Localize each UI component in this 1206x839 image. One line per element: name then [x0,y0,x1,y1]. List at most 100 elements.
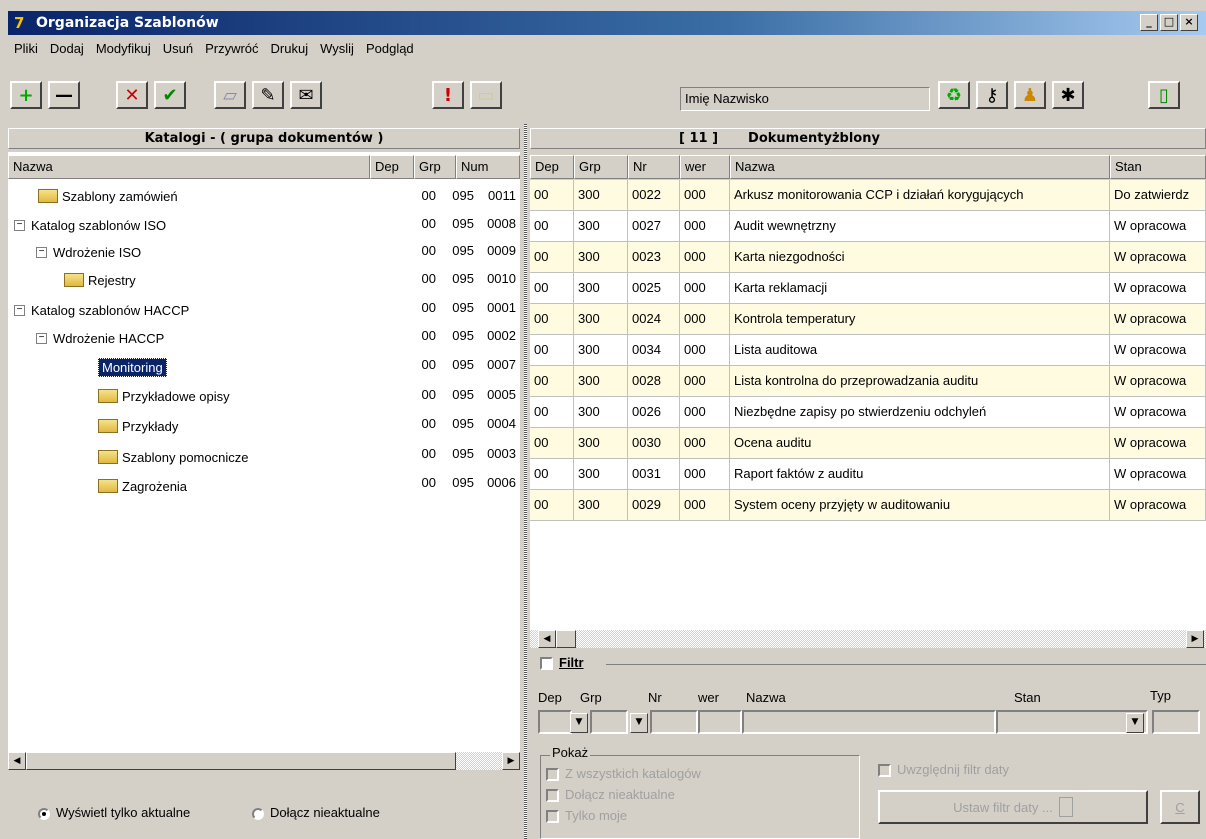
table-row[interactable]: 00 300 0028 000 Lista kontrolna do przeprowa… [530,366,1206,397]
node-codes: 00 095 0009 [421,243,516,258]
radio-on-icon [38,807,50,820]
keys-icon[interactable]: ⚷ [976,81,1008,109]
col-nazwa[interactable]: Nazwa [8,155,370,179]
show-mine[interactable]: Tylko moje [546,808,627,824]
table-row[interactable]: 00 300 0029 000 System oceny przyjęty w audi… [530,490,1206,521]
menu-usun[interactable]: Usuń [163,41,193,56]
chevron-down-icon[interactable]: ▼ [570,713,588,733]
maximize-button[interactable]: □ [1160,14,1178,31]
filter-label-wer: wer [698,690,719,705]
collapse-icon[interactable]: − [36,246,47,258]
show-all-catalogs[interactable]: Z wszystkich katalogów [546,766,701,782]
folder-icon [98,479,118,493]
tree-node[interactable]: − Katalog szablonów ISO [14,214,166,236]
scroll-right-icon[interactable]: ▶ [1186,630,1204,648]
table-row[interactable]: 00 300 0026 000 Niezbędne zapisy po stwierdz… [530,397,1206,428]
filter-wer-field[interactable] [698,710,742,734]
delete-icon[interactable]: ✕ [116,81,148,109]
radio-current-only[interactable]: Wyświetl tylko aktualne [38,805,190,820]
col-dep[interactable]: Dep [370,155,414,179]
alert-icon[interactable]: ! [432,81,464,109]
col-doc-nazwa[interactable]: Nazwa [730,155,1110,179]
folder-icon [64,273,84,287]
filter-dep-select[interactable] [538,710,572,734]
recycle-icon[interactable]: ♻ [938,81,970,109]
grid-horizontal-scrollbar[interactable] [530,630,1206,648]
confirm-icon[interactable]: ✔ [154,81,186,109]
calendar-icon [1058,797,1073,817]
tree-node[interactable]: Przykładowe opisy [98,385,230,407]
open-folder-icon[interactable]: ▭ [470,81,502,109]
tree-node[interactable]: Przykłady [98,415,178,437]
menu-wyslij[interactable]: Wyslij [320,41,354,56]
table-row[interactable]: 00 300 0023 000 Karta niezgodności W opracowa [530,242,1206,273]
c-button[interactable]: C [1160,790,1200,824]
set-date-filter-button[interactable]: Ustaw filtr daty ... [878,790,1148,824]
user-icon[interactable]: ♟ [1014,81,1046,109]
exit-icon[interactable]: ▯ [1148,81,1180,109]
radio-include-outdated[interactable]: Dołącz nieaktualne [252,805,380,820]
table-row[interactable]: 00 300 0027 000 Audit wewnętrzny W opracowa [530,211,1206,242]
documents-title: Dokumentyżblony [748,131,880,146]
collapse-icon[interactable]: − [14,304,25,316]
scroll-right-icon[interactable]: ▶ [502,752,520,770]
tree-node[interactable]: Szablony pomocnicze [98,446,248,468]
remove-icon[interactable]: — [48,81,80,109]
scroll-thumb[interactable] [26,752,456,770]
collapse-icon[interactable]: − [36,332,47,344]
date-filter-checkbox[interactable]: Uwzględnij filtr daty [878,762,1009,778]
col-doc-wer[interactable]: wer [680,155,730,179]
table-row[interactable]: 00 300 0025 000 Karta reklamacji W opracowa [530,273,1206,304]
menu-drukuj[interactable]: Drukuj [271,41,309,56]
col-doc-stan[interactable]: Stan [1110,155,1206,179]
scroll-left-icon[interactable]: ◀ [538,630,556,648]
collapse-icon[interactable]: − [14,219,25,231]
table-row[interactable]: 00 300 0024 000 Kontrola temperatury W opraco… [530,304,1206,335]
col-grp[interactable]: Grp [414,155,456,179]
filter-toggle[interactable]: Filtr [540,655,584,671]
col-doc-dep[interactable]: Dep [530,155,574,179]
chevron-down-icon[interactable]: ▼ [1126,713,1144,733]
tree-node[interactable]: − Wdrożenie ISO [36,241,141,263]
col-doc-grp[interactable]: Grp [574,155,628,179]
close-button[interactable]: × [1180,14,1198,31]
filter-grp-select[interactable] [590,710,628,734]
menu-dodaj[interactable]: Dodaj [50,41,84,56]
minimize-button[interactable]: _ [1140,14,1158,31]
table-row[interactable]: 00 300 0031 000 Raport faktów z auditu W opra… [530,459,1206,490]
chevron-down-icon[interactable]: ▼ [630,713,648,733]
table-row[interactable]: 00 300 0030 000 Ocena auditu W opracowa [530,428,1206,459]
print-icon[interactable]: ✎ [252,81,284,109]
menu-podglad[interactable]: Podgląd [366,41,414,56]
table-row[interactable]: 00 300 0034 000 Lista auditowa W opracowa [530,335,1206,366]
mail-icon[interactable]: ✉ [290,81,322,109]
node-codes: 00 095 0001 [421,300,516,315]
documents-grid: 00 300 0022 000 Arkusz monitorowania CCP i d… [530,180,1206,630]
col-num[interactable]: Num [456,155,520,179]
folder-icon [38,189,58,203]
tree-node[interactable]: − Wdrożenie HACCP [36,327,164,349]
tree-node-selected[interactable]: Monitoring [98,356,167,378]
node-codes: 00 095 0006 [421,475,516,490]
table-row[interactable]: 00 300 0022 000 Arkusz monitorowania CCP i d… [530,180,1206,211]
tree-node[interactable]: Zagrożenia [98,475,187,497]
show-outdated[interactable]: Dołącz nieaktualne [546,787,675,803]
node-codes: 00 095 0007 [421,357,516,372]
tree-node[interactable]: Rejestry [64,269,136,291]
tree-node[interactable]: − Katalog szablonów HACCP [14,299,189,321]
menu-modyfikuj[interactable]: Modyfikuj [96,41,151,56]
menu-przywroc[interactable]: Przywróć [205,41,258,56]
scroll-left-icon[interactable]: ◀ [8,752,26,770]
add-icon[interactable]: + [10,81,42,109]
filter-typ-select[interactable] [1152,710,1200,734]
checkbox-icon [546,768,559,782]
filter-nazwa-field[interactable] [742,710,996,734]
scroll-thumb[interactable] [556,630,576,648]
palette-icon[interactable]: ✱ [1052,81,1084,109]
filter-nr-field[interactable] [650,710,698,734]
menu-pliki[interactable]: Pliki [14,41,38,56]
preview-icon[interactable]: ▱ [214,81,246,109]
tree-node[interactable]: Szablony zamówień [38,185,178,207]
col-doc-nr[interactable]: Nr [628,155,680,179]
vertical-splitter[interactable] [524,124,527,839]
